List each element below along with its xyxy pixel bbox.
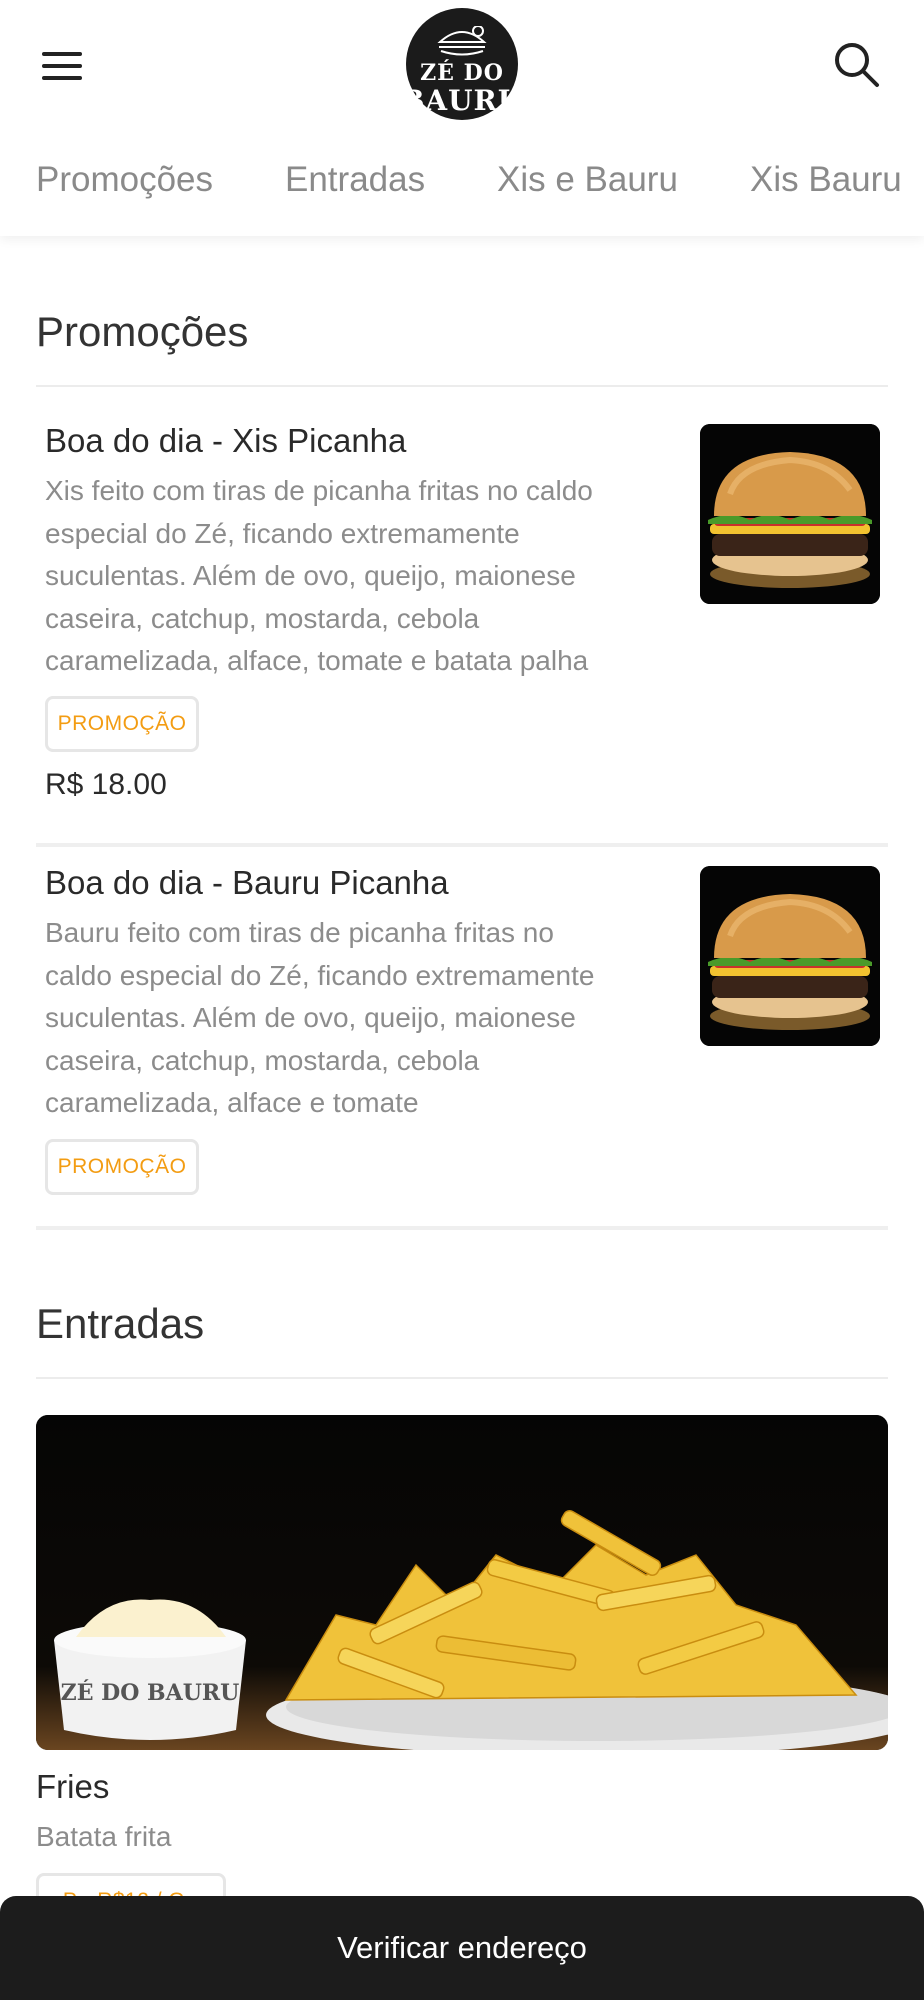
item-divider bbox=[36, 843, 888, 847]
category-tabs: Promoções Entradas Xis e Bauru Xis Bauru bbox=[0, 160, 924, 210]
item-price: R$ 18.00 bbox=[45, 768, 167, 801]
app-header: ZÉ DO BAURU Promoções Entradas Xis e Bau… bbox=[0, 0, 924, 236]
hamburger-menu-icon[interactable] bbox=[36, 44, 90, 88]
restaurant-logo[interactable]: ZÉ DO BAURU bbox=[400, 8, 524, 124]
tab-xis-bauru[interactable]: Xis Bauru bbox=[750, 160, 902, 200]
logo-text-top: ZÉ DO bbox=[420, 60, 504, 86]
promo-badge: PROMOÇÃO bbox=[45, 1139, 199, 1195]
item-description: Batata frita bbox=[36, 1821, 172, 1852]
section-title-promocoes: Promoções bbox=[36, 308, 249, 355]
verify-address-button[interactable]: Verificar endereço bbox=[0, 1896, 924, 2000]
search-icon[interactable] bbox=[832, 40, 882, 90]
tab-promocoes[interactable]: Promoções bbox=[36, 160, 213, 200]
logo-text-bottom: BAURU bbox=[400, 84, 524, 117]
burger-image bbox=[700, 424, 880, 604]
section-title-entradas: Entradas bbox=[36, 1300, 205, 1347]
section-divider bbox=[36, 385, 888, 387]
fries-image-label: ZÉ DO BAURU bbox=[61, 1679, 240, 1706]
burger-image bbox=[700, 866, 880, 1046]
section-divider bbox=[36, 1377, 888, 1379]
item-title: Fries bbox=[36, 1768, 110, 1805]
item-title: Boa do dia - Xis Picanha bbox=[45, 422, 407, 459]
tab-entradas[interactable]: Entradas bbox=[285, 160, 425, 200]
section-end-divider bbox=[36, 1226, 888, 1230]
fries-image: ZÉ DO BAURU bbox=[36, 1415, 888, 1750]
burger-icon bbox=[437, 26, 487, 56]
tab-xis-e-bauru[interactable]: Xis e Bauru bbox=[497, 160, 678, 200]
item-title: Boa do dia - Bauru Picanha bbox=[45, 864, 449, 901]
item-description: Bauru feito com tiras de picanha fritas … bbox=[45, 917, 595, 1118]
item-description: Xis feito com tiras de picanha fritas no… bbox=[45, 475, 593, 676]
promo-badge: PROMOÇÃO bbox=[45, 696, 199, 752]
